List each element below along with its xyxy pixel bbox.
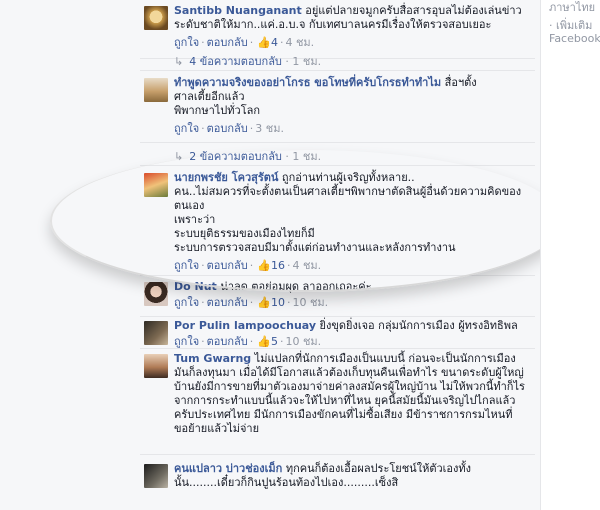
comment-text: น่าลด ตอย่อมผุด ลาออกเถอะค่ะ xyxy=(216,280,372,293)
comment-time[interactable]: 10 ชม. xyxy=(285,335,321,348)
comment-text: ระดับชาติให้มาก..แค่.อ.บ.จ กับเทศบาลนครม… xyxy=(174,18,492,31)
thumbs-up-icon: 👍 xyxy=(257,335,271,348)
avatar[interactable] xyxy=(144,78,168,102)
comment-author-link[interactable]: Do Nut xyxy=(174,280,217,293)
comment-item: Por Pulin lampoochuay ยิ่งขุดยิ่งเจอ กลุ… xyxy=(140,315,535,349)
avatar[interactable] xyxy=(144,6,168,30)
like-link[interactable]: ถูกใจ xyxy=(174,122,199,135)
like-count[interactable]: 5 xyxy=(271,335,278,348)
reply-arrow-icon: ↳ xyxy=(174,150,184,163)
comment-text: มันก็ลงทุนมา เมื่อได้มีโอกาสแล้วต้องเก็บ… xyxy=(174,366,524,379)
comment-actions: ถูกใจ · ตอบกลับ · 3 ชม. xyxy=(174,122,284,135)
comment-feed: Santibb Nuanganant อยู่แต่ปลายจมูกครับสื… xyxy=(0,0,540,510)
comment-author-link[interactable]: Por Pulin lampoochuay xyxy=(174,319,316,332)
thumbs-up-icon: 👍 xyxy=(257,296,271,309)
right-sidebar: ภาษาไทย · เพิ่มเติม Facebook xyxy=(540,0,600,510)
comment-text: ถูกอ่านท่านผู้เจริญทั้งหลาย.. xyxy=(278,171,415,184)
comment-item: Tum Gwarng ไม่แปลกที่นักการเมืองเป็นแบบน… xyxy=(140,348,535,455)
avatar[interactable] xyxy=(144,464,168,488)
avatar[interactable] xyxy=(144,321,168,345)
comment-time[interactable]: 10 ชม. xyxy=(292,296,328,309)
like-count[interactable]: 10 xyxy=(271,296,285,309)
reply-link[interactable]: ตอบกลับ xyxy=(207,296,248,309)
comment-text: จากการกระทำแบบนี้แล้วจะให้ไปหาที่ไหน ยุค… xyxy=(174,394,516,407)
comment-text: คน..ไม่สมควรที่จะตั้งตนเป็นศาลเตี้ยฯพิพา… xyxy=(174,185,522,198)
comment-text: อยู่แต่ปลายจมูกครับสื่อสารอุบลไม่ต้องเล่… xyxy=(301,4,522,17)
comment-text: ทุกคนก็ต้องเอื้อผลประโยชน์ให้ตัวเองทั้ง xyxy=(282,462,471,475)
reply-link[interactable]: ตอบกลับ xyxy=(207,122,248,135)
comment-text: ระบบยุติธรรมของเมืองไทยก็มี xyxy=(174,227,315,240)
comment-content: Tum Gwarng ไม่แปลกที่นักการเมืองเป็นแบบน… xyxy=(174,352,531,436)
comment-content: Por Pulin lampoochuay ยิ่งขุดยิ่งเจอ กลุ… xyxy=(174,319,531,349)
comment-text: ขอย้ายแล้วไม่จ่าย xyxy=(174,422,260,435)
comment-text: พิพากษาไปทั่วโลก xyxy=(174,104,261,117)
comment-item: นายกพรชัย โควสุรัตน์ ถูกอ่านท่านผู้เจริญ… xyxy=(140,167,535,276)
comment-content: Do Nut น่าลด ตอย่อมผุด ลาออกเถอะค่ะ ถูกใ… xyxy=(174,280,531,310)
comment-actions: ถูกใจ · ตอบกลับ · 👍5 · 10 ชม. xyxy=(174,335,322,348)
comment-text: ตนเอง xyxy=(174,199,205,212)
comment-item: คนแปลาว บ่าวช่องเม็ก ทุกคนก็ต้องเอื้อผลป… xyxy=(140,458,535,510)
comment-time[interactable]: 3 ชม. xyxy=(255,122,284,135)
reply-link[interactable]: ตอบกลับ xyxy=(207,335,248,348)
avatar[interactable] xyxy=(144,173,168,197)
comment-actions: ถูกใจ · ตอบกลับ · 👍16 · 4 ชม. xyxy=(174,259,322,272)
replies-count[interactable]: 2 ข้อความตอบกลับ xyxy=(189,150,282,163)
comment-content: ทำพูดความจริงของอย่าโกรธ ขอโทษที่ครับโกร… xyxy=(174,76,531,136)
like-count[interactable]: 16 xyxy=(271,259,285,272)
comment-item: ทำพูดความจริงของอย่าโกรธ ขอโทษที่ครับโกร… xyxy=(140,72,535,143)
like-link[interactable]: ถูกใจ xyxy=(174,335,199,348)
thumbs-up-icon: 👍 xyxy=(257,259,271,272)
comment-text: ศาลเตี้ยอีกแล้ว xyxy=(174,90,245,103)
comment-text: เพราะว่า xyxy=(174,213,216,226)
comment-author-link[interactable]: ทำพูดความจริงของอย่าโกรธ ขอโทษที่ครับโกร… xyxy=(174,76,441,89)
comment-text: ไม่แปลกที่นักการเมืองเป็นแบบนี้ ก่อนจะเป… xyxy=(251,352,516,365)
replies-link[interactable]: ↳ 2 ข้อความตอบกลับ · 1 ชม. xyxy=(140,143,535,166)
comment-author-link[interactable]: Tum Gwarng xyxy=(174,352,251,365)
comment-text: ยิ่งขุดยิ่งเจอ กลุ่มนักการเมือง ผู้ทรงอิ… xyxy=(316,319,518,332)
reply-arrow-icon: ↳ xyxy=(174,55,184,68)
comment-time[interactable]: 4 ชม. xyxy=(292,259,321,272)
language-link[interactable]: ภาษาไทย xyxy=(549,0,595,16)
avatar[interactable] xyxy=(144,354,168,378)
brand-text: Facebook xyxy=(549,32,600,45)
avatar[interactable] xyxy=(144,282,168,306)
comment-text: บ้านยังมีการขายที่มาตัวเองมาจ่ายค่าลงสมั… xyxy=(174,380,525,393)
comment-author-link[interactable]: คนแปลาว บ่าวช่องเม็ก xyxy=(174,462,282,475)
replies-count[interactable]: 4 ข้อความตอบกลับ xyxy=(189,55,282,68)
comment-item: Do Nut น่าลด ตอย่อมผุด ลาออกเถอะค่ะ ถูกใ… xyxy=(140,276,535,317)
comment-actions: ถูกใจ · ตอบกลับ · 👍10 · 10 ชม. xyxy=(174,296,329,309)
comment-content: Santibb Nuanganant อยู่แต่ปลายจมูกครับสื… xyxy=(174,4,531,50)
comment-content: คนแปลาว บ่าวช่องเม็ก ทุกคนก็ต้องเอื้อผลป… xyxy=(174,462,531,490)
comment-text: นั้น........เดี๋ยวก็กินปูนร้อนท้องไปเอง.… xyxy=(174,476,399,489)
like-link[interactable]: ถูกใจ xyxy=(174,259,199,272)
reply-link[interactable]: ตอบกลับ xyxy=(207,259,248,272)
comment-author-link[interactable]: Santibb Nuanganant xyxy=(174,4,302,17)
reply-time: 1 ชม. xyxy=(292,55,322,68)
comment-content: นายกพรชัย โควสุรัตน์ ถูกอ่านท่านผู้เจริญ… xyxy=(174,171,531,273)
like-link[interactable]: ถูกใจ xyxy=(174,296,199,309)
comment-text: สื่อฯตั้ง xyxy=(441,76,477,89)
replies-link[interactable]: ↳ 4 ข้อความตอบกลับ · 1 ชม. xyxy=(140,48,535,71)
reply-time: 1 ชม. xyxy=(292,150,322,163)
comment-author-link[interactable]: นายกพรชัย โควสุรัตน์ xyxy=(174,171,278,184)
comment-text: ครับประเทศไทย มีนักการเมืองขักคนที่ไม่ซื… xyxy=(174,408,513,421)
comment-text: ระบบการตรวจสอบมีมาตั้งแต่ก่อนทำงานและหลั… xyxy=(174,241,456,254)
